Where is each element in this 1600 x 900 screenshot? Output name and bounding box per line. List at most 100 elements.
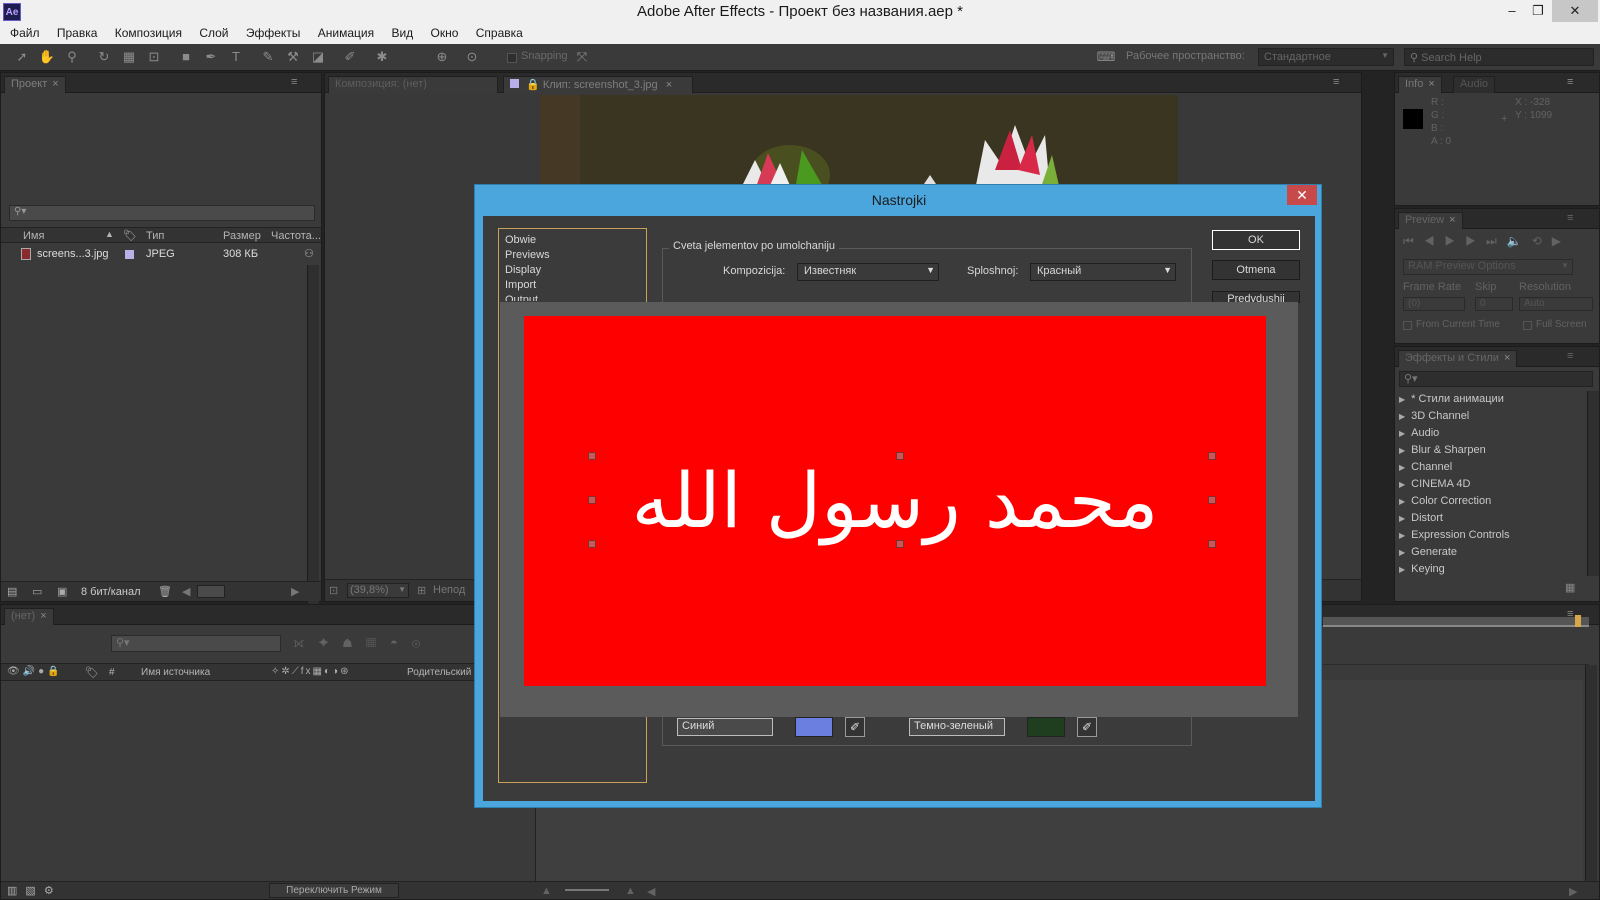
eyedropper-icon[interactable]: ✐ xyxy=(845,717,865,737)
frame-blending-icon[interactable]: ▦ xyxy=(366,635,390,650)
list-item[interactable]: ▶ * Стили анимации xyxy=(1395,391,1504,407)
transform-handle[interactable] xyxy=(896,540,904,548)
label-color-swatch[interactable] xyxy=(125,250,134,259)
color-swatch-2[interactable] xyxy=(1027,717,1065,737)
full-screen-checkbox[interactable] xyxy=(1523,321,1532,330)
transform-handle[interactable] xyxy=(1208,496,1216,504)
nav-item-output[interactable]: Output xyxy=(503,293,643,301)
menu-edit[interactable]: Правка xyxy=(57,24,98,42)
lock-icon[interactable]: 🔒 xyxy=(526,79,540,91)
list-item[interactable]: ▶ Audio xyxy=(1395,425,1439,441)
timeline-zoom-slider[interactable] xyxy=(565,889,609,891)
list-item[interactable]: ▶ 3D Channel xyxy=(1395,408,1469,424)
play-icon[interactable]: ▶ xyxy=(1445,234,1466,248)
frame-rate-select[interactable]: (0) xyxy=(1403,297,1465,311)
rotate-tool-icon[interactable]: ↻ xyxy=(94,48,114,66)
close-icon[interactable]: × xyxy=(666,79,672,91)
column-framerate[interactable]: Частота... xyxy=(271,230,321,242)
snapping-checkbox[interactable] xyxy=(507,53,517,63)
list-item[interactable]: ▶ Distort xyxy=(1395,510,1443,526)
next-frame-icon[interactable]: ▶ xyxy=(1465,234,1486,248)
timeline-scrollbar[interactable] xyxy=(1585,665,1597,883)
workspace-select[interactable]: Стандартное ▼ xyxy=(1258,48,1394,66)
zoom-in-icon[interactable]: ▲ xyxy=(625,885,636,897)
loop-icon[interactable]: ⟲ xyxy=(1532,234,1552,248)
tab-preview[interactable]: Preview × xyxy=(1398,212,1463,229)
solid-color-select[interactable]: Красный ▼ xyxy=(1030,263,1176,281)
close-icon[interactable]: × xyxy=(1428,78,1434,90)
nav-item-display[interactable]: Display xyxy=(503,263,643,278)
camera-tool-icon[interactable]: ▦ xyxy=(119,48,139,66)
eraser-tool-icon[interactable]: ◪ xyxy=(308,48,328,66)
list-item[interactable]: ▶ Expression Controls xyxy=(1395,527,1510,543)
clone-stamp-tool-icon[interactable]: ⚒ xyxy=(283,48,303,66)
tab-audio[interactable]: Audio xyxy=(1453,76,1496,93)
cancel-button[interactable]: Otmena xyxy=(1212,260,1300,280)
from-current-time-checkbox[interactable] xyxy=(1403,321,1412,330)
roto-brush-tool-icon[interactable]: ✐ xyxy=(340,48,360,66)
layer-switches-toggle-icon[interactable]: ▥ xyxy=(7,885,25,897)
resolution-select[interactable]: Auto xyxy=(1519,297,1593,311)
panel-menu-icon[interactable]: ≡ xyxy=(1567,212,1573,224)
list-item[interactable]: ▶ CINEMA 4D xyxy=(1395,476,1470,492)
zoom-out-icon[interactable]: ▲ xyxy=(541,885,552,897)
axis-mode-icon[interactable]: ⊕ xyxy=(432,48,452,66)
transfer-controls-toggle-icon[interactable]: ▧ xyxy=(25,885,43,897)
type-tool-icon[interactable]: T xyxy=(226,48,246,66)
list-item[interactable]: ▶ Keying xyxy=(1395,561,1445,577)
menu-animation[interactable]: Анимация xyxy=(318,24,374,42)
playback-controls[interactable]: ⏮◀▶▶⏭🔈⟲▶ xyxy=(1403,234,1571,249)
scroll-left-icon[interactable]: ◀ xyxy=(647,885,655,898)
pen-tool-icon[interactable]: ✒ xyxy=(201,48,221,66)
restore-button[interactable]: ❐ xyxy=(1524,0,1552,22)
list-item[interactable]: ▶ Blur & Sharpen xyxy=(1395,442,1486,458)
graph-editor-icon[interactable]: ⊚ xyxy=(412,635,434,650)
close-icon[interactable]: × xyxy=(1504,352,1510,364)
last-frame-icon[interactable]: ⏭ xyxy=(1486,234,1507,248)
project-search-input[interactable]: ⚲▾ xyxy=(9,205,315,221)
color-name-input-1[interactable]: Синий xyxy=(677,718,773,736)
world-axis-icon[interactable]: ⊙ xyxy=(462,48,482,66)
panel-menu-icon[interactable]: ≡ xyxy=(1567,350,1573,362)
scroll-right-icon[interactable]: ▶ xyxy=(1569,885,1577,898)
zoom-select[interactable]: (39,8%) ▼ xyxy=(347,583,409,598)
panel-menu-icon[interactable]: ≡ xyxy=(1567,76,1573,88)
pan-behind-tool-icon[interactable]: ⊡ xyxy=(144,48,164,66)
composition-color-select[interactable]: Известняк ▼ xyxy=(797,263,939,281)
nav-item-import[interactable]: Import xyxy=(503,278,643,293)
color-swatch-1[interactable] xyxy=(795,717,833,737)
magnification-icon[interactable]: ⊡ xyxy=(329,584,338,597)
scroll-right-icon[interactable]: ▶ xyxy=(291,585,299,598)
shy-layers-icon[interactable]: ☗ xyxy=(343,635,366,650)
column-type[interactable]: Тип xyxy=(146,230,164,242)
hand-tool-icon[interactable]: ✋ xyxy=(37,48,57,66)
audio-icon[interactable]: 🔈 xyxy=(1507,234,1532,248)
effects-scrollbar[interactable] xyxy=(1587,391,1599,576)
first-frame-icon[interactable]: ⏮ xyxy=(1403,234,1424,248)
horizontal-scroll-thumb[interactable] xyxy=(197,585,225,598)
ram-preview-icon[interactable]: ▶ xyxy=(1552,234,1571,248)
menu-file[interactable]: Файл xyxy=(10,24,40,42)
menu-effects[interactable]: Эффекты xyxy=(246,24,301,42)
search-help-input[interactable]: ⚲ Search Help xyxy=(1404,48,1594,66)
transform-handle[interactable] xyxy=(896,452,904,460)
flowchart-icon[interactable]: ⚇ xyxy=(304,247,314,260)
scroll-left-icon[interactable]: ◀ xyxy=(182,585,190,598)
rectangle-tool-icon[interactable]: ■ xyxy=(176,48,196,66)
effects-search-input[interactable]: ⚲▾ xyxy=(1399,371,1593,387)
comp-mini-flowchart-icon[interactable]: ⟗ xyxy=(293,635,318,650)
work-area-end-handle[interactable] xyxy=(1575,615,1581,627)
column-source-name[interactable]: Имя источника xyxy=(141,667,210,678)
ok-button[interactable]: OK xyxy=(1212,230,1300,250)
ram-preview-options-select[interactable]: RAM Preview Options ▼ xyxy=(1403,259,1573,275)
menu-composition[interactable]: Композиция xyxy=(115,24,182,42)
panel-menu-icon[interactable]: ≡ xyxy=(291,76,297,88)
timeline-search-input[interactable]: ⚲▾ xyxy=(111,635,281,652)
tab-info[interactable]: Info × xyxy=(1398,76,1442,93)
close-icon[interactable]: × xyxy=(52,78,58,90)
in-out-toggle-icon[interactable]: ⚙ xyxy=(44,885,62,897)
panel-menu-icon[interactable]: ≡ xyxy=(1333,76,1339,88)
tab-clip[interactable]: 🔒 Клип: screenshot_3.jpg × xyxy=(503,76,693,93)
work-area-bar[interactable] xyxy=(1323,617,1589,627)
new-composition-icon[interactable]: ▣ xyxy=(57,585,67,598)
